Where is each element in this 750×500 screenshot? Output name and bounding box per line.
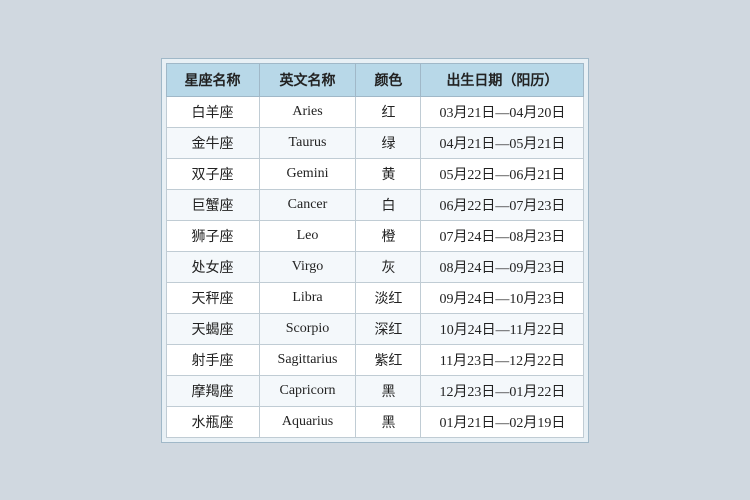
table-row: 摩羯座Capricorn黑12月23日—01月22日 <box>166 375 584 406</box>
cell-chinese-name: 水瓶座 <box>166 406 259 437</box>
zodiac-table: 星座名称 英文名称 颜色 出生日期（阳历） 白羊座Aries红03月21日—04… <box>166 63 585 438</box>
cell-color: 深红 <box>356 313 421 344</box>
cell-chinese-name: 摩羯座 <box>166 375 259 406</box>
cell-english-name: Aquarius <box>259 406 356 437</box>
cell-english-name: Capricorn <box>259 375 356 406</box>
cell-chinese-name: 处女座 <box>166 251 259 282</box>
cell-english-name: Cancer <box>259 189 356 220</box>
cell-chinese-name: 狮子座 <box>166 220 259 251</box>
cell-color: 黄 <box>356 158 421 189</box>
header-chinese-name: 星座名称 <box>166 63 259 96</box>
cell-chinese-name: 天蝎座 <box>166 313 259 344</box>
table-header-row: 星座名称 英文名称 颜色 出生日期（阳历） <box>166 63 584 96</box>
main-container: 星座名称 英文名称 颜色 出生日期（阳历） 白羊座Aries红03月21日—04… <box>161 58 590 443</box>
header-english-name: 英文名称 <box>259 63 356 96</box>
cell-dates: 11月23日—12月22日 <box>421 344 584 375</box>
cell-dates: 04月21日—05月21日 <box>421 127 584 158</box>
cell-dates: 10月24日—11月22日 <box>421 313 584 344</box>
cell-color: 黑 <box>356 375 421 406</box>
cell-dates: 12月23日—01月22日 <box>421 375 584 406</box>
header-dates: 出生日期（阳历） <box>421 63 584 96</box>
table-row: 天蝎座Scorpio深红10月24日—11月22日 <box>166 313 584 344</box>
cell-chinese-name: 射手座 <box>166 344 259 375</box>
cell-dates: 06月22日—07月23日 <box>421 189 584 220</box>
cell-english-name: Virgo <box>259 251 356 282</box>
cell-color: 白 <box>356 189 421 220</box>
table-row: 白羊座Aries红03月21日—04月20日 <box>166 96 584 127</box>
cell-chinese-name: 巨蟹座 <box>166 189 259 220</box>
table-row: 双子座Gemini黄05月22日—06月21日 <box>166 158 584 189</box>
cell-english-name: Aries <box>259 96 356 127</box>
cell-english-name: Scorpio <box>259 313 356 344</box>
table-row: 狮子座Leo橙07月24日—08月23日 <box>166 220 584 251</box>
cell-color: 黑 <box>356 406 421 437</box>
table-row: 巨蟹座Cancer白06月22日—07月23日 <box>166 189 584 220</box>
header-color: 颜色 <box>356 63 421 96</box>
table-row: 处女座Virgo灰08月24日—09月23日 <box>166 251 584 282</box>
cell-dates: 05月22日—06月21日 <box>421 158 584 189</box>
cell-color: 灰 <box>356 251 421 282</box>
cell-dates: 01月21日—02月19日 <box>421 406 584 437</box>
cell-dates: 03月21日—04月20日 <box>421 96 584 127</box>
cell-chinese-name: 白羊座 <box>166 96 259 127</box>
cell-english-name: Libra <box>259 282 356 313</box>
cell-color: 紫红 <box>356 344 421 375</box>
cell-color: 红 <box>356 96 421 127</box>
table-row: 射手座Sagittarius紫红11月23日—12月22日 <box>166 344 584 375</box>
cell-color: 橙 <box>356 220 421 251</box>
table-row: 金牛座Taurus绿04月21日—05月21日 <box>166 127 584 158</box>
cell-chinese-name: 金牛座 <box>166 127 259 158</box>
cell-chinese-name: 双子座 <box>166 158 259 189</box>
table-row: 水瓶座Aquarius黑01月21日—02月19日 <box>166 406 584 437</box>
cell-chinese-name: 天秤座 <box>166 282 259 313</box>
cell-dates: 07月24日—08月23日 <box>421 220 584 251</box>
table-row: 天秤座Libra淡红09月24日—10月23日 <box>166 282 584 313</box>
cell-english-name: Leo <box>259 220 356 251</box>
table-body: 白羊座Aries红03月21日—04月20日金牛座Taurus绿04月21日—0… <box>166 96 584 437</box>
cell-color: 淡红 <box>356 282 421 313</box>
cell-color: 绿 <box>356 127 421 158</box>
cell-dates: 08月24日—09月23日 <box>421 251 584 282</box>
cell-english-name: Taurus <box>259 127 356 158</box>
cell-english-name: Gemini <box>259 158 356 189</box>
cell-english-name: Sagittarius <box>259 344 356 375</box>
cell-dates: 09月24日—10月23日 <box>421 282 584 313</box>
